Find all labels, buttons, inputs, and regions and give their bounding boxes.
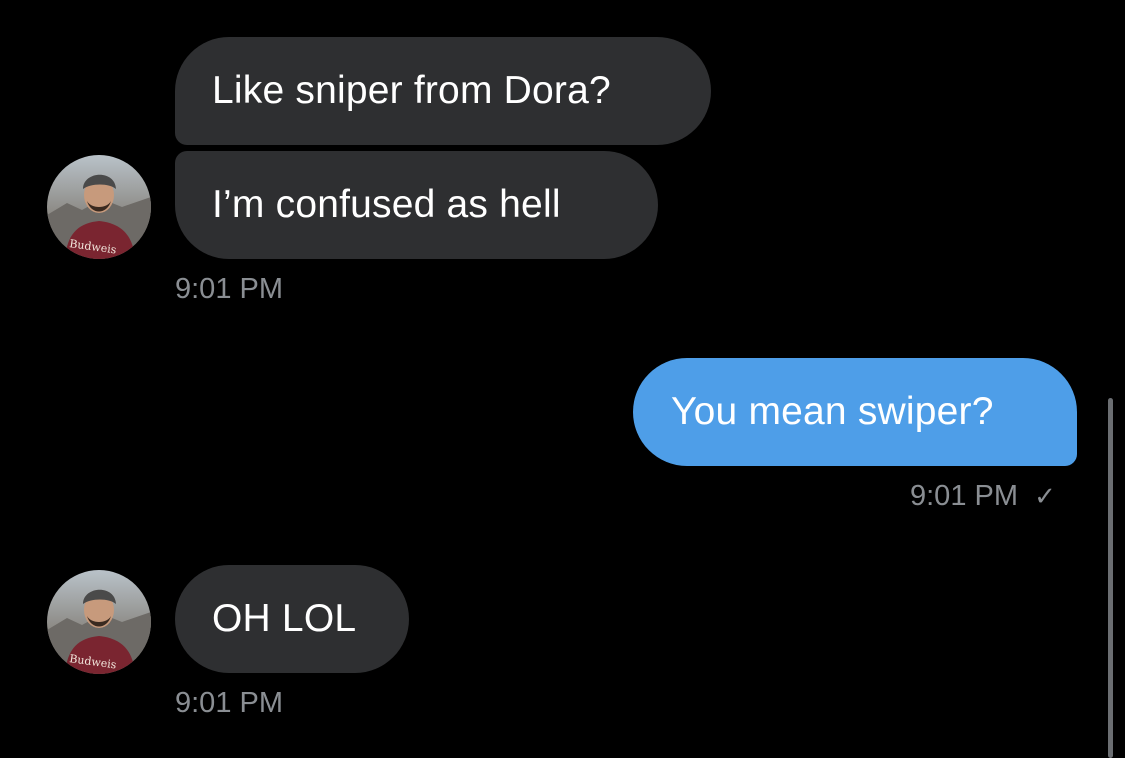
message-timestamp: 9:01 PM: [910, 480, 1018, 512]
message-timestamp-row: 9:01 PM ✓: [910, 480, 1056, 513]
message-text: I’m confused as hell: [212, 183, 561, 226]
contact-avatar[interactable]: Budweis: [47, 155, 151, 259]
incoming-message-bubble[interactable]: Like sniper from Dora?: [175, 37, 711, 145]
incoming-message-bubble[interactable]: I’m confused as hell: [175, 151, 658, 259]
message-text: OH LOL: [212, 597, 357, 640]
checkmark-icon: ✓: [1034, 482, 1056, 512]
message-timestamp: 9:01 PM: [175, 687, 283, 719]
person-avatar-icon: Budweis: [47, 155, 151, 259]
message-text: You mean swiper?: [671, 390, 994, 433]
outgoing-message-bubble[interactable]: You mean swiper?: [633, 358, 1077, 466]
contact-avatar[interactable]: Budweis: [47, 570, 151, 674]
message-text: Like sniper from Dora?: [212, 69, 611, 112]
scrollbar[interactable]: [1108, 398, 1113, 758]
message-timestamp: 9:01 PM: [175, 273, 283, 305]
incoming-message-bubble[interactable]: OH LOL: [175, 565, 409, 673]
person-avatar-icon: Budweis: [47, 570, 151, 674]
